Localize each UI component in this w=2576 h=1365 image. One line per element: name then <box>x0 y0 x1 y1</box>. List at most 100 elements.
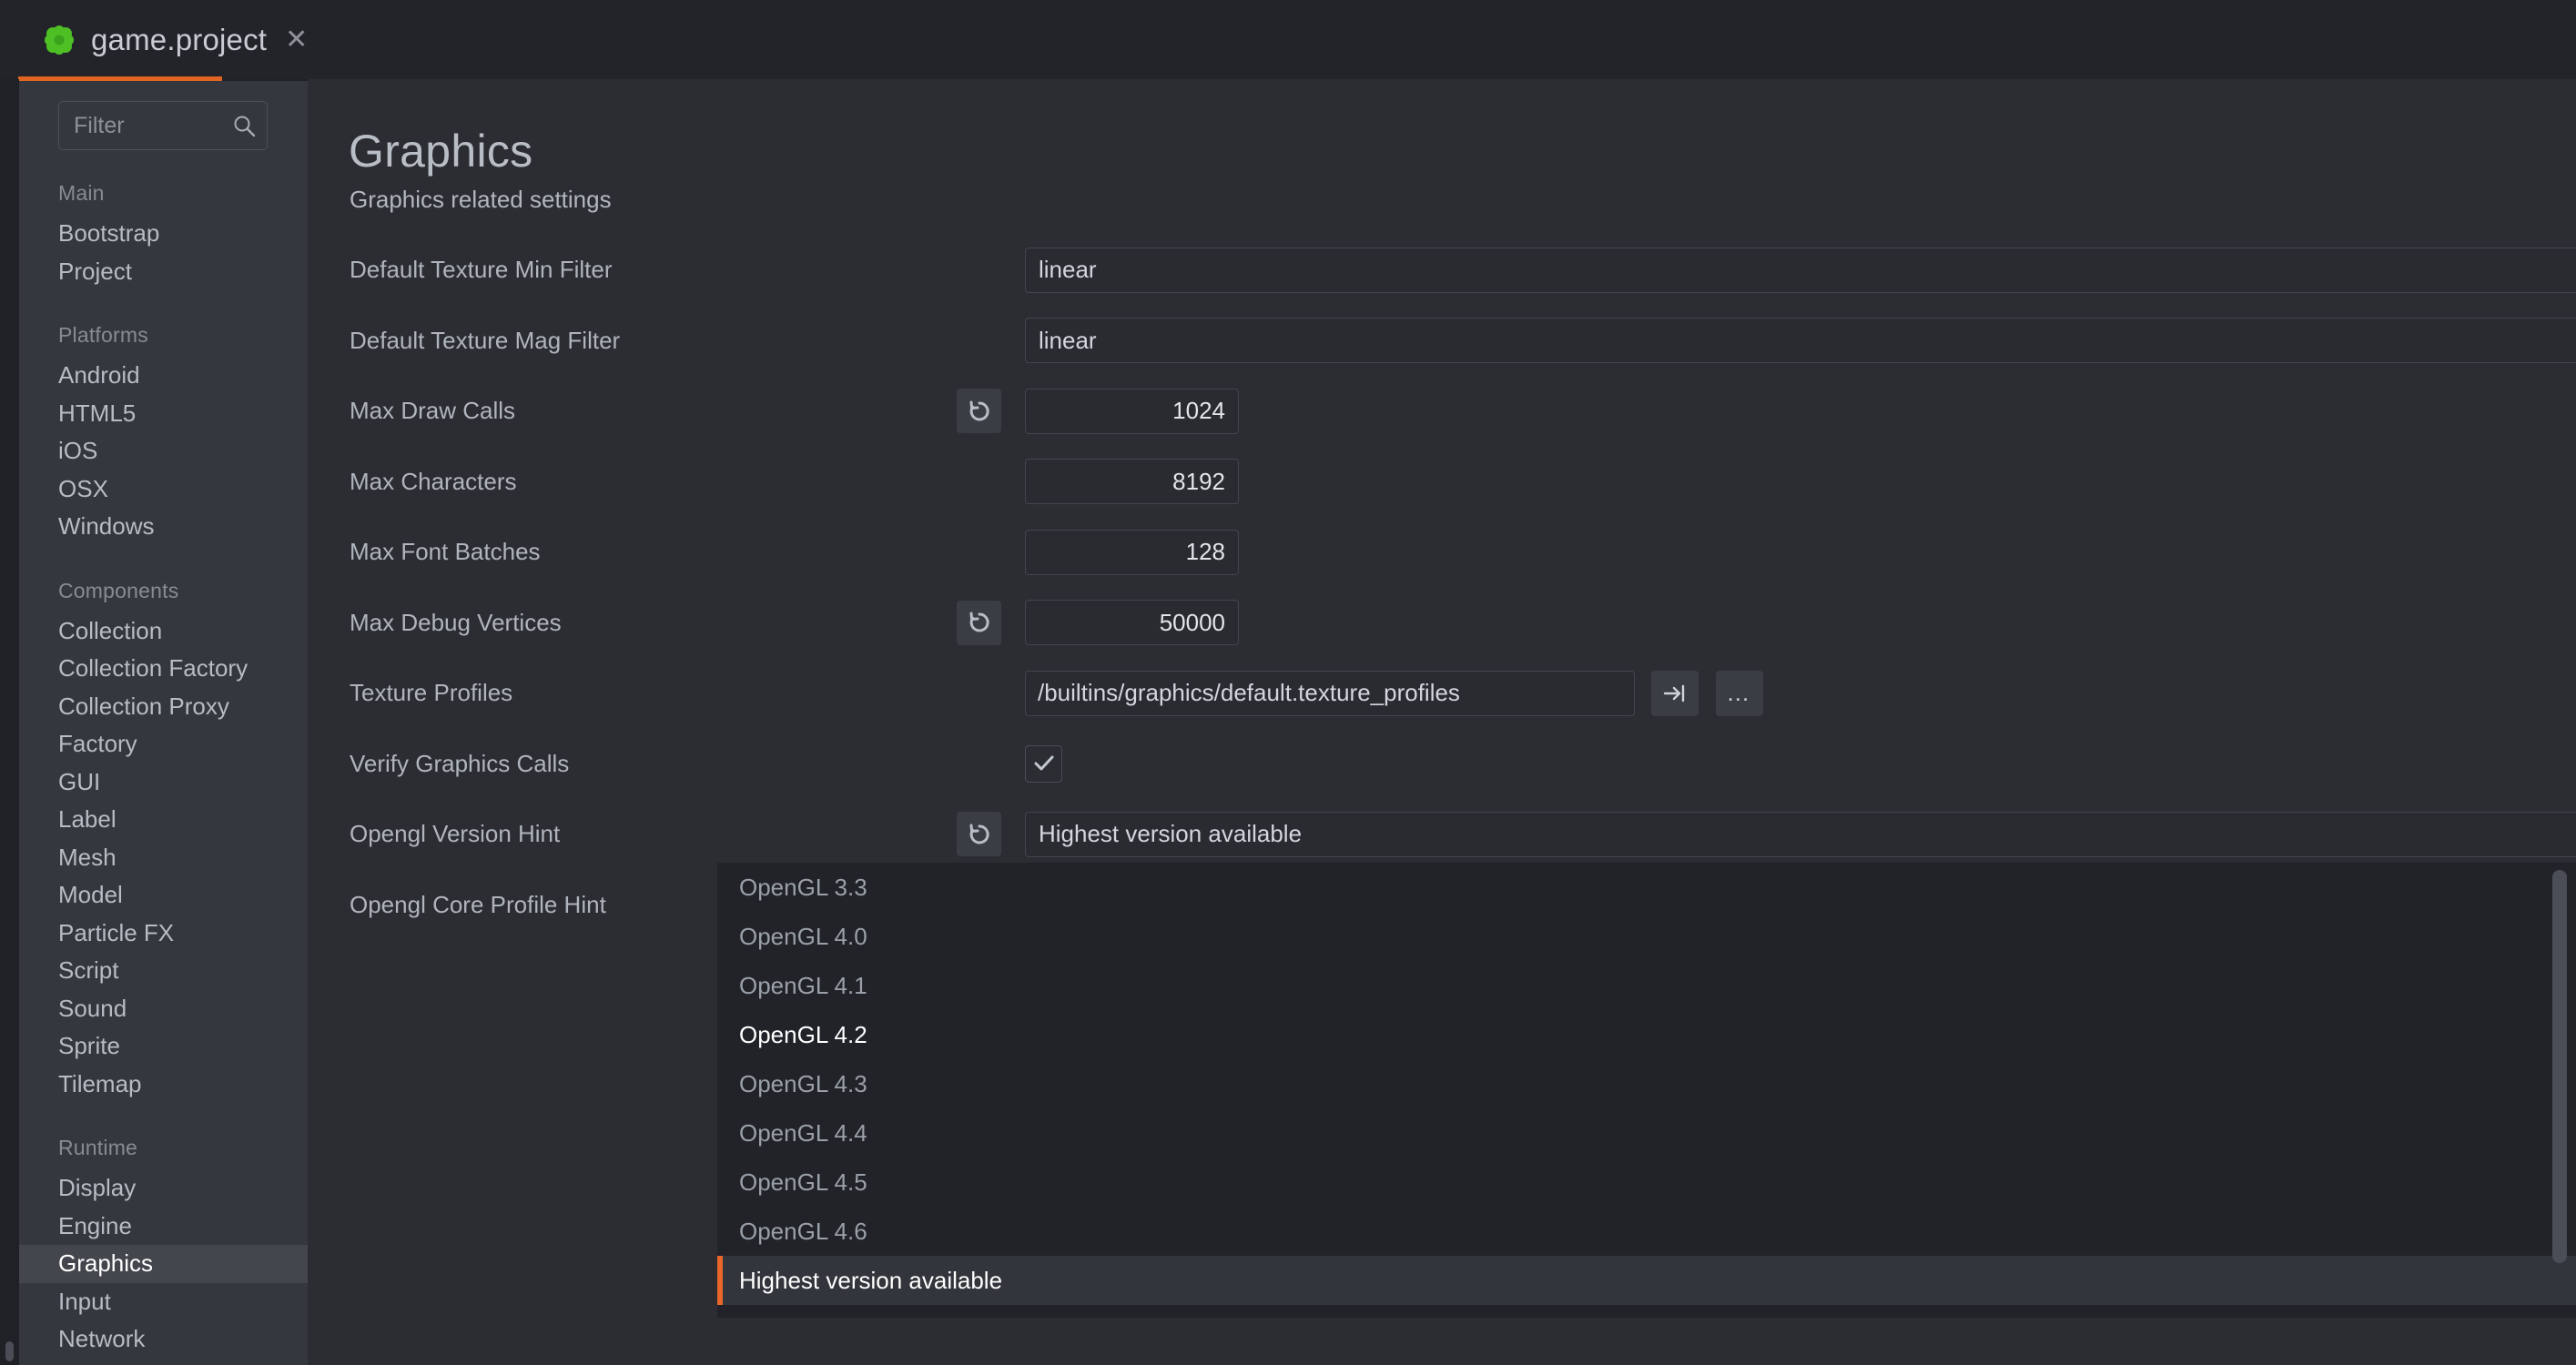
max-font-batches-input[interactable] <box>1025 529 1239 575</box>
nav-group-label: Platforms <box>58 323 148 347</box>
settings-form: Default Texture Min Filter linear Defaul… <box>308 235 2576 940</box>
dropdown-option-opengl-4-4[interactable]: OpenGL 4.4 <box>717 1108 2576 1158</box>
filter-field <box>58 101 268 150</box>
select-value: Highest version available <box>1039 820 1303 848</box>
sidebar-item-input[interactable]: Input <box>19 1283 308 1321</box>
page-title: Graphics <box>349 126 533 177</box>
sidebar-item-sprite[interactable]: Sprite <box>19 1027 308 1066</box>
field-label: Max Draw Calls <box>350 397 516 425</box>
sidebar-item-osx[interactable]: OSX <box>19 470 308 509</box>
field-label: Default Texture Mag Filter <box>350 326 621 354</box>
field-control <box>1025 529 1239 575</box>
dropdown-option-opengl-4-6[interactable]: OpenGL 4.6 <box>717 1207 2576 1256</box>
revert-icon <box>969 400 989 421</box>
row-max-characters: Max Characters <box>308 447 2576 518</box>
sidebar-item-windows[interactable]: Windows <box>19 508 308 546</box>
opengl-version-hint-dropdown-list[interactable]: OpenGL 3.3 OpenGL 4.0 OpenGL 4.1 OpenGL 4.2… <box>717 863 2576 1318</box>
sidebar-item-model[interactable]: Model <box>19 876 308 915</box>
row-verify-graphics-calls: Verify Graphics Calls <box>308 729 2576 800</box>
texture-profiles-input[interactable] <box>1025 670 1635 716</box>
sidebar-item-sound[interactable]: Sound <box>19 990 308 1028</box>
defold-logo-icon <box>44 25 75 56</box>
sidebar-item-bootstrap[interactable]: Bootstrap <box>19 215 308 253</box>
browse-icon[interactable]: … <box>1715 670 1763 716</box>
tab-bar: game.project ✕ <box>0 0 2576 81</box>
close-icon[interactable]: ✕ <box>285 25 308 54</box>
field-label: Opengl Version Hint <box>350 820 561 848</box>
field-label: Max Characters <box>350 467 517 495</box>
field-label: Default Texture Min Filter <box>350 256 613 284</box>
dropdown-option-opengl-4-3[interactable]: OpenGL 4.3 <box>717 1059 2576 1108</box>
dropdown-option-opengl-4-1[interactable]: OpenGL 4.1 <box>717 961 2576 1010</box>
sidebar-item-ios[interactable]: iOS <box>19 432 308 470</box>
tab-label: game.project <box>91 22 268 56</box>
default-texture-min-filter-select[interactable]: linear <box>1025 247 2576 293</box>
row-max-font-batches: Max Font Batches <box>308 517 2576 588</box>
nav-group-label: Main <box>58 181 105 205</box>
row-texture-profiles: Texture Profiles … <box>308 658 2576 729</box>
field-label: Max Debug Vertices <box>350 608 562 636</box>
field-control <box>1025 459 1239 505</box>
goto-resource-icon[interactable] <box>1651 670 1699 716</box>
revert-icon <box>969 612 989 632</box>
sidebar-item-label[interactable]: Label <box>19 801 308 839</box>
tab-game-project[interactable]: game.project ✕ <box>18 0 331 79</box>
dropdown-option-highest-version-available[interactable]: Highest version available <box>717 1256 2576 1305</box>
check-icon <box>1034 755 1053 771</box>
left-rail <box>0 79 19 1365</box>
sidebar-item-collection[interactable]: Collection <box>19 612 308 651</box>
field-control: Highest version available <box>1025 811 2576 857</box>
row-default-texture-min-filter: Default Texture Min Filter linear <box>308 235 2576 306</box>
field-control: … <box>1025 670 1763 716</box>
sidebar-item-display[interactable]: Display <box>19 1169 308 1208</box>
sidebar-item-factory[interactable]: Factory <box>19 725 308 763</box>
default-texture-mag-filter-select[interactable]: linear <box>1025 318 2576 364</box>
rail-scrollbar[interactable] <box>5 1341 14 1361</box>
dropdown-option-opengl-4-2[interactable]: OpenGL 4.2 <box>717 1010 2576 1059</box>
reset-button[interactable] <box>957 389 1001 434</box>
dropdown-option-opengl-4-0[interactable]: OpenGL 4.0 <box>717 912 2576 961</box>
field-control: linear <box>1025 318 2576 364</box>
dropdown-scrollbar-thumb[interactable] <box>2552 870 2567 1263</box>
row-opengl-version-hint: Opengl Version Hint Highest version avai… <box>308 799 2576 870</box>
search-input[interactable] <box>58 101 268 150</box>
sidebar-item-script[interactable]: Script <box>19 952 308 990</box>
dropdown-options: OpenGL 3.3 OpenGL 4.0 OpenGL 4.1 OpenGL 4.2… <box>717 863 2576 1305</box>
sidebar-item-engine[interactable]: Engine <box>19 1208 308 1246</box>
sidebar-item-graphics[interactable]: Graphics <box>19 1245 308 1283</box>
sidebar-item-gui[interactable]: GUI <box>19 763 308 802</box>
max-debug-vertices-input[interactable] <box>1025 600 1239 646</box>
field-label: Opengl Core Profile Hint <box>350 890 606 918</box>
sidebar-item-android[interactable]: Android <box>19 357 308 395</box>
dropdown-option-opengl-3-3[interactable]: OpenGL 3.3 <box>717 863 2576 912</box>
dropdown-scrollbar[interactable] <box>2552 870 2567 1310</box>
field-control <box>1025 744 1062 783</box>
dropdown-option-opengl-4-5[interactable]: OpenGL 4.5 <box>717 1158 2576 1207</box>
sidebar-item-mesh[interactable]: Mesh <box>19 839 308 877</box>
verify-graphics-calls-checkbox[interactable] <box>1025 744 1062 783</box>
settings-sidebar: Main BootstrapProject Platforms AndroidHTML… <box>19 81 308 1365</box>
max-draw-calls-input[interactable] <box>1025 388 1239 434</box>
select-value: linear <box>1039 256 1097 284</box>
sidebar-item-collection-proxy[interactable]: Collection Proxy <box>19 688 308 726</box>
sidebar-item-particle-fx[interactable]: Particle FX <box>19 915 308 953</box>
opengl-version-hint-select[interactable]: Highest version available <box>1025 811 2576 857</box>
sidebar-item-tilemap[interactable]: Tilemap <box>19 1066 308 1104</box>
sidebar-item-network[interactable]: Network <box>19 1320 308 1359</box>
max-characters-input[interactable] <box>1025 459 1239 505</box>
nav-group-label: Runtime <box>58 1136 138 1159</box>
reset-button[interactable] <box>957 600 1001 645</box>
field-control <box>1025 388 1239 434</box>
nav-group-label: Components <box>58 578 179 602</box>
sidebar-nav: Main Bootstrap Project Platforms Android HTML… <box>19 168 308 1359</box>
select-value: linear <box>1039 326 1097 354</box>
field-label: Texture Profiles <box>350 679 513 707</box>
sidebar-item-project[interactable]: Project <box>19 253 308 291</box>
reset-button[interactable] <box>957 812 1001 857</box>
field-label: Verify Graphics Calls <box>350 749 570 777</box>
field-control: linear <box>1025 247 2576 293</box>
sidebar-item-collection-factory[interactable]: Collection Factory <box>19 650 308 688</box>
sidebar-item-html5[interactable]: HTML5 <box>19 395 308 433</box>
